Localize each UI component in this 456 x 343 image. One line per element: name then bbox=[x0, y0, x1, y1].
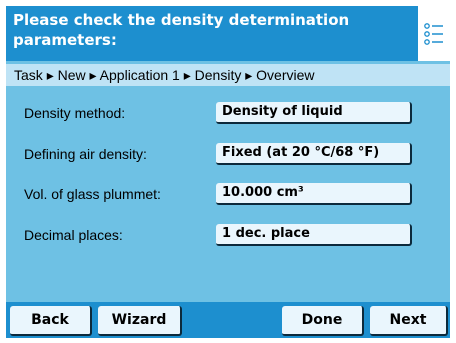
breadcrumb-separator-icon: ▸ bbox=[89, 67, 97, 83]
action-bar: Back Wizard Done Next bbox=[6, 302, 450, 338]
breadcrumb-separator-icon: ▸ bbox=[245, 67, 253, 83]
wizard-button[interactable]: Wizard bbox=[98, 306, 182, 336]
breadcrumb-item-application: Application 1 bbox=[99, 67, 180, 83]
decimal-places-button[interactable]: 1 dec. place bbox=[216, 224, 412, 246]
plummet-volume-label: Vol. of glass plummet: bbox=[24, 186, 161, 202]
next-button[interactable]: Next bbox=[370, 306, 448, 336]
back-button[interactable]: Back bbox=[10, 306, 92, 336]
list-icon[interactable] bbox=[418, 6, 450, 61]
breadcrumb-item-task: Task bbox=[14, 67, 43, 83]
breadcrumb-item-density: Density bbox=[194, 67, 242, 83]
page-title: Please check the density determination p… bbox=[13, 11, 350, 49]
decimal-places-label: Decimal places: bbox=[24, 227, 123, 243]
done-button[interactable]: Done bbox=[282, 306, 364, 336]
breadcrumb-item-overview: Overview bbox=[256, 67, 315, 83]
plummet-volume-button[interactable]: 10.000 cm³ bbox=[216, 183, 412, 205]
breadcrumb-separator-icon: ▸ bbox=[183, 67, 191, 83]
air-density-button[interactable]: Fixed (at 20 °C/68 °F) bbox=[216, 143, 412, 165]
breadcrumb-separator-icon: ▸ bbox=[46, 67, 54, 83]
screen: Please check the density determination p… bbox=[6, 6, 450, 338]
density-method-button[interactable]: Density of liquid bbox=[216, 102, 412, 124]
air-density-label: Defining air density: bbox=[24, 146, 147, 162]
breadcrumb: Task ▸ New ▸ Application 1 ▸ Density ▸ O… bbox=[6, 64, 450, 86]
breadcrumb-item-new: New bbox=[57, 67, 86, 83]
header: Please check the density determination p… bbox=[6, 6, 450, 61]
density-method-label: Density method: bbox=[24, 105, 126, 121]
